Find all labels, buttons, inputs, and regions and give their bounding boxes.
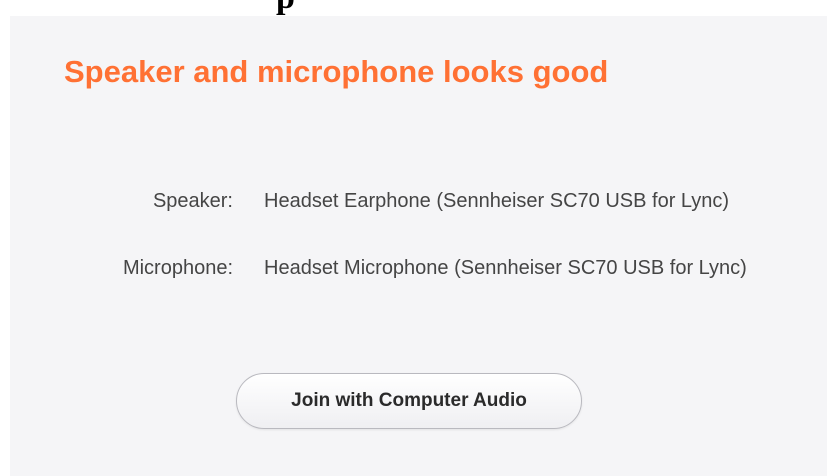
microphone-label: Microphone: <box>122 257 233 279</box>
join-with-computer-audio-button[interactable]: Join with Computer Audio <box>236 373 582 429</box>
microphone-device-name: Headset Microphone (Sennheiser SC70 USB … <box>264 257 747 279</box>
audio-test-panel: Speaker and microphone looks good Speake… <box>10 16 827 476</box>
top-strip: p <box>0 0 827 16</box>
status-title: Speaker and microphone looks good <box>64 54 609 89</box>
speaker-label: Speaker: <box>152 190 233 212</box>
speaker-device-name: Headset Earphone (Sennheiser SC70 USB fo… <box>264 190 730 212</box>
